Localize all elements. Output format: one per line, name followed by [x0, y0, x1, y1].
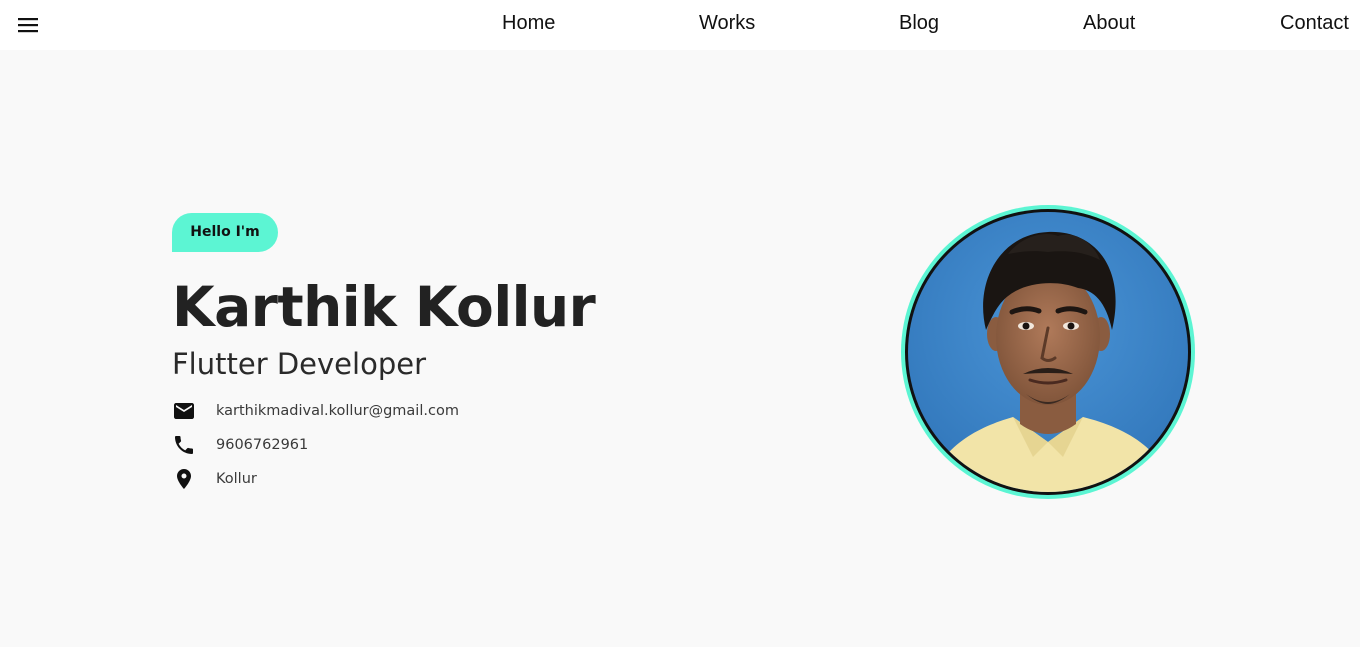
email-icon [172, 399, 196, 423]
menu-icon[interactable] [16, 13, 40, 37]
nav-link-home[interactable]: Home [502, 11, 555, 35]
phone-icon [172, 433, 196, 457]
hello-badge: Hello I'm [172, 213, 278, 252]
nav-link-about[interactable]: About [1083, 11, 1135, 35]
location-pin-icon [172, 467, 196, 491]
contact-phone-text: 9606762961 [216, 437, 309, 453]
profile-role: Flutter Developer [172, 347, 426, 381]
profile-photo [908, 212, 1188, 492]
nav-link-blog[interactable]: Blog [899, 11, 939, 35]
nav-link-works[interactable]: Works [699, 11, 755, 35]
nav-link-contact[interactable]: Contact [1280, 11, 1349, 35]
avatar-border [905, 209, 1191, 495]
profile-name: Karthik Kollur [172, 275, 596, 339]
contact-location-text: Kollur [216, 471, 257, 487]
avatar [901, 205, 1195, 499]
contact-email-text: karthikmadival.kollur@gmail.com [216, 403, 459, 419]
top-navbar: Home Works Blog About Contact [0, 0, 1360, 50]
